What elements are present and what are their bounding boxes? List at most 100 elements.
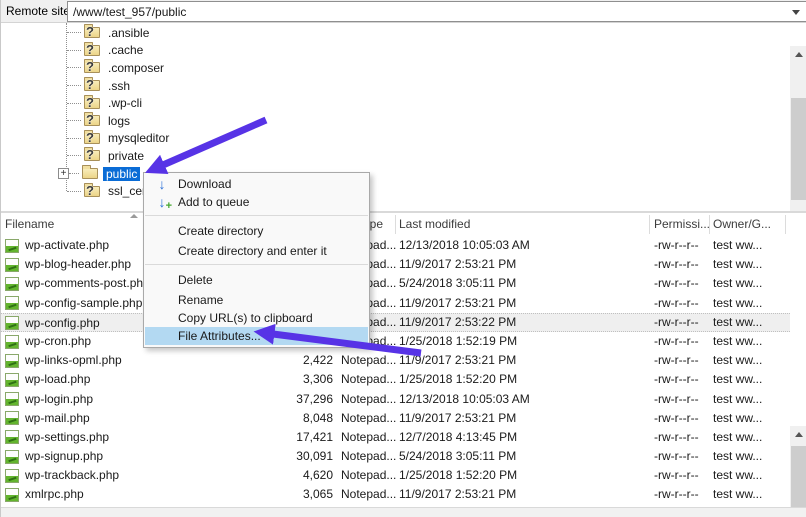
menu-item[interactable]: Add to queue — [145, 193, 368, 211]
filename-cell: wp-links-opml.php — [5, 351, 269, 370]
file-list-scrollbar[interactable] — [790, 426, 806, 517]
filetype-cell: Notepad... — [341, 409, 397, 428]
last-modified-cell: 1/25/2018 1:52:19 PM — [399, 332, 647, 351]
header-filename[interactable]: Filename — [5, 217, 54, 231]
file-row[interactable]: wp-login.php 37,296 Notepad... 12/13/201… — [1, 390, 790, 409]
file-row[interactable]: wp-signup.php 30,091 Notepad... 5/24/201… — [1, 447, 790, 466]
tree-scrollbar[interactable] — [790, 46, 806, 234]
add-to-queue-icon — [152, 195, 172, 209]
expander-plus-icon[interactable]: + — [58, 168, 69, 179]
owner-group-cell: test ww... — [713, 274, 787, 293]
owner-group-cell: test ww... — [713, 447, 787, 466]
header-last-modified[interactable]: Last modified — [399, 217, 470, 231]
owner-group-cell: test ww... — [713, 428, 787, 447]
file-row[interactable]: wp-cron.php 3,669 Notepad... 1/25/2018 1… — [1, 332, 790, 351]
header-owner-group[interactable]: Owner/G... — [713, 217, 771, 231]
chevron-down-icon[interactable] — [792, 10, 800, 15]
menu-item[interactable]: Create directory — [145, 215, 368, 242]
filename-text: wp-mail.php — [25, 409, 90, 428]
filetype-cell: Notepad... — [341, 390, 397, 409]
owner-group-cell: test ww... — [713, 351, 787, 370]
tree-item[interactable]: .ansible — [1, 24, 790, 42]
permissions-cell: -rw-r--r-- — [654, 485, 710, 504]
tree-item-label: mysqleditor — [105, 131, 172, 145]
remote-file-list: Filename Filesize Filetype Last modified… — [1, 213, 806, 507]
permissions-cell: -rw-r--r-- — [654, 294, 710, 313]
permissions-cell: -rw-r--r-- — [654, 466, 710, 485]
php-file-icon — [5, 354, 19, 368]
file-row[interactable]: wp-links-opml.php 2,422 Notepad... 11/9/… — [1, 351, 790, 370]
remote-path-combobox[interactable]: /www/test_957/public — [67, 1, 806, 22]
tree-row-list: .ansible .cache — [1, 24, 790, 200]
menu-item[interactable]: Delete — [145, 264, 368, 291]
filetype-cell: Notepad... — [341, 351, 397, 370]
tree-item[interactable]: .wp-cli — [1, 94, 790, 112]
file-row[interactable]: xmlrpc.php 3,065 Notepad... 11/9/2017 2:… — [1, 485, 790, 504]
file-row[interactable]: wp-activate.php Notepad... 12/13/2018 10… — [1, 236, 790, 255]
scroll-up-button[interactable] — [790, 426, 806, 443]
tree-item-label: public — [103, 167, 140, 181]
filetype-cell: Notepad... — [341, 447, 397, 466]
filesize-cell: 30,091 — [251, 447, 333, 466]
filetype-cell: Notepad... — [341, 485, 397, 504]
permissions-cell: -rw-r--r-- — [654, 428, 710, 447]
permissions-cell: -rw-r--r-- — [654, 274, 710, 293]
php-file-icon — [5, 488, 19, 502]
tree-item[interactable]: mysqleditor — [1, 130, 790, 148]
filename-text: wp-login.php — [25, 390, 93, 409]
question-mark-overlay-icon — [86, 95, 94, 110]
tree-item[interactable]: .cache — [1, 42, 790, 60]
file-row[interactable]: wp-config-sample.php Notepad... 11/9/201… — [1, 294, 790, 313]
file-row[interactable]: wp-blog-header.php Notepad... 11/9/2017 … — [1, 255, 790, 274]
permissions-cell: -rw-r--r-- — [654, 255, 710, 274]
tree-item[interactable]: + public — [1, 165, 790, 183]
permissions-cell: -rw-r--r-- — [654, 390, 710, 409]
tree-connector — [67, 85, 81, 86]
tree-item-label: .wp-cli — [105, 96, 145, 110]
file-row[interactable]: wp-load.php 3,306 Notepad... 1/25/2018 1… — [1, 370, 790, 389]
tree-connector — [67, 138, 81, 139]
folder-icon — [84, 115, 100, 126]
tree-item[interactable]: .ssh — [1, 77, 790, 95]
remote-site-bar: Remote site: /www/test_957/public — [1, 0, 806, 23]
tree-item[interactable]: logs — [1, 112, 790, 130]
scroll-up-button[interactable] — [790, 46, 806, 63]
permissions-cell: -rw-r--r-- — [654, 447, 710, 466]
column-separator[interactable] — [785, 215, 786, 234]
scrollbar-thumb[interactable] — [791, 98, 806, 200]
filename-cell: wp-trackback.php — [5, 466, 269, 485]
folder-icon — [84, 186, 100, 197]
file-row[interactable]: wp-comments-post.php Notepad... 5/24/201… — [1, 274, 790, 293]
file-row[interactable]: wp-config.php Notepad... 11/9/2017 2:53:… — [1, 313, 790, 332]
tree-item[interactable]: .composer — [1, 59, 790, 77]
folder-icon — [84, 133, 100, 144]
filename-text: wp-settings.php — [25, 428, 109, 447]
last-modified-cell: 11/9/2017 2:53:21 PM — [399, 294, 647, 313]
tree-connector — [69, 173, 79, 174]
tree-item-label: private — [105, 149, 147, 163]
menu-item[interactable]: Copy URL(s) to clipboard — [145, 309, 368, 327]
filename-cell: wp-settings.php — [5, 428, 269, 447]
menu-item[interactable]: File Attributes... — [145, 327, 368, 345]
file-row[interactable]: wp-trackback.php 4,620 Notepad... 1/25/2… — [1, 466, 790, 485]
file-row[interactable]: wp-mail.php 8,048 Notepad... 11/9/2017 2… — [1, 409, 790, 428]
menu-item[interactable]: Rename — [145, 291, 368, 309]
horizontal-scrollbar[interactable] — [1, 507, 806, 517]
column-separator[interactable] — [709, 215, 710, 234]
menu-item[interactable]: Create directory and enter it — [145, 242, 368, 260]
column-separator[interactable] — [649, 215, 650, 234]
menu-item-label: Rename — [178, 293, 223, 307]
filename-text: wp-config-sample.php — [25, 294, 142, 313]
menu-item-label: File Attributes... — [178, 329, 261, 343]
last-modified-cell: 11/9/2017 2:53:21 PM — [399, 351, 647, 370]
tree-item[interactable]: ssl_certificates — [1, 182, 790, 200]
tree-connector — [67, 120, 81, 121]
menu-item[interactable]: Download — [145, 175, 368, 193]
owner-group-cell: test ww... — [713, 466, 787, 485]
header-permissions[interactable]: Permissi... — [654, 217, 710, 231]
last-modified-cell: 11/9/2017 2:53:21 PM — [399, 409, 647, 428]
tree-item[interactable]: private — [1, 147, 790, 165]
file-row[interactable]: wp-settings.php 17,421 Notepad... 12/7/2… — [1, 428, 790, 447]
column-separator[interactable] — [395, 215, 396, 234]
filename-text: wp-blog-header.php — [25, 255, 131, 274]
